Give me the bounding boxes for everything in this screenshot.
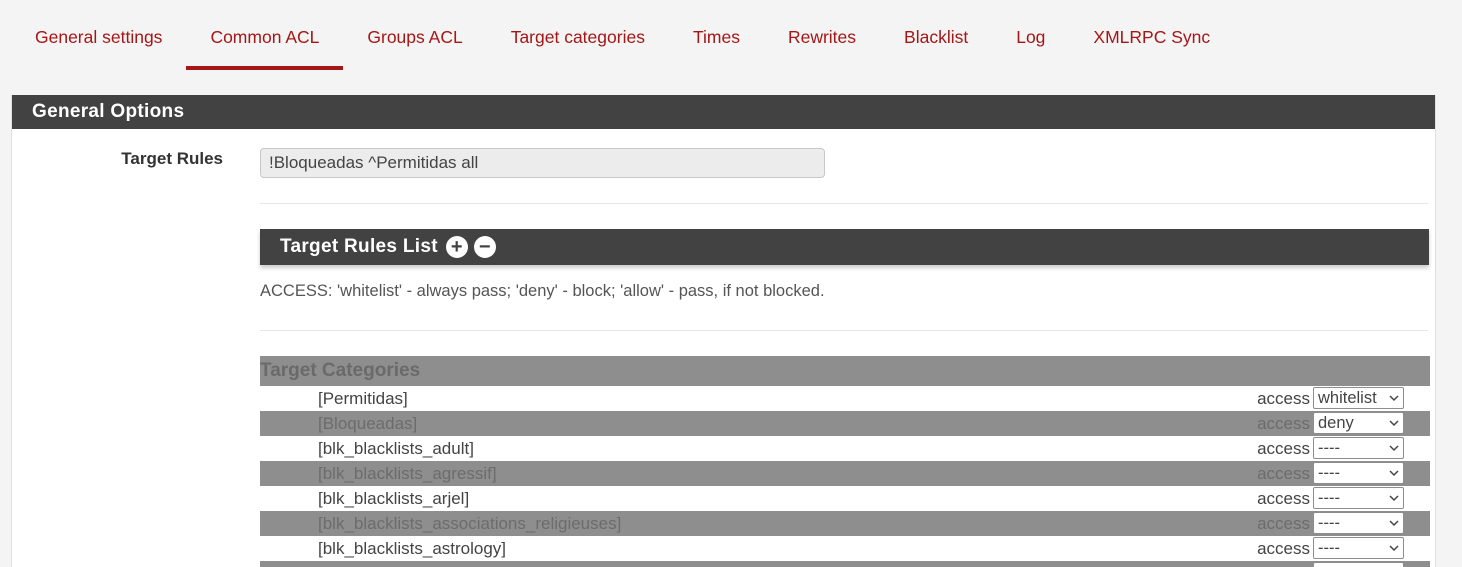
category-name: [blk_blacklists_associations_religieuses… [318, 513, 622, 533]
access-select[interactable]: ---- [1313, 487, 1404, 509]
access-select[interactable]: ---- [1313, 562, 1404, 567]
access-select-value: whitelist [1318, 389, 1377, 407]
category-row: [blk_blacklists_astrology] access ---- [260, 536, 1430, 561]
target-categories-header: Target Categories [260, 356, 1430, 386]
access-select-value: ---- [1318, 514, 1340, 532]
target-categories-table: Target Categories [Permitidas] access wh… [260, 356, 1430, 567]
category-row: [Permitidas] access whitelist [260, 386, 1430, 411]
minus-circle-icon[interactable]: − [473, 236, 496, 258]
tab-times[interactable]: Times [669, 0, 764, 70]
chevron-down-icon [1389, 495, 1399, 502]
tab-target-categories[interactable]: Target categories [487, 0, 669, 70]
tab-xmlrpc-sync[interactable]: XMLRPC Sync [1069, 0, 1234, 70]
access-select-value: ---- [1318, 489, 1340, 507]
panel-title: General Options [12, 95, 1435, 129]
chevron-down-icon [1389, 445, 1399, 452]
general-options-panel: General Options Target Rules Target Rule… [11, 95, 1436, 567]
category-name: [blk_blacklists_adult] [318, 438, 474, 458]
target-rules-list-title: Target Rules List [280, 236, 438, 257]
access-label: access [1257, 413, 1310, 433]
tab-groups-acl[interactable]: Groups ACL [343, 0, 486, 70]
divider [260, 330, 1428, 331]
target-rules-input[interactable] [260, 148, 825, 178]
target-rules-list-heading: Target Rules List + − [260, 229, 1429, 265]
category-name: [blk_blacklists_astrology] [318, 538, 507, 558]
category-row: [blk_blacklists_agressif] access ---- [260, 461, 1430, 486]
access-label: access [1257, 513, 1310, 533]
category-row: [blk_blacklists_adult] access ---- [260, 436, 1430, 461]
category-name: [Bloqueadas] [318, 413, 418, 433]
access-select[interactable]: ---- [1313, 462, 1404, 484]
access-label: access [1257, 438, 1310, 458]
tab-rewrites[interactable]: Rewrites [764, 0, 880, 70]
tab-common-acl[interactable]: Common ACL [186, 0, 344, 70]
access-select[interactable]: ---- [1313, 537, 1404, 559]
chevron-down-icon [1389, 420, 1399, 427]
access-select[interactable]: deny [1313, 412, 1404, 434]
category-name: [Permitidas] [318, 388, 408, 408]
tab-log[interactable]: Log [992, 0, 1069, 70]
tab-blacklist[interactable]: Blacklist [880, 0, 992, 70]
chevron-down-icon [1389, 395, 1399, 402]
category-row: [Bloqueadas] access deny [260, 411, 1430, 436]
plus-circle-icon[interactable]: + [445, 236, 468, 258]
access-label: access [1257, 488, 1310, 508]
access-select[interactable]: whitelist [1313, 387, 1404, 409]
category-name: [blk_blacklists_arjel] [318, 488, 470, 508]
chevron-down-icon [1389, 545, 1399, 552]
chevron-down-icon [1389, 520, 1399, 527]
chevron-down-icon [1389, 470, 1399, 477]
category-name: [blk_blacklists_agressif] [318, 463, 497, 483]
access-help-text: ACCESS: 'whitelist' - always pass; 'deny… [260, 282, 825, 300]
access-select-value: ---- [1318, 439, 1340, 457]
tab-bar: General settings Common ACL Groups ACL T… [11, 0, 1234, 70]
category-row: ---- [260, 561, 1430, 567]
access-select-value: ---- [1318, 539, 1340, 557]
access-label: access [1257, 538, 1310, 558]
access-select[interactable]: ---- [1313, 437, 1404, 459]
target-rules-label: Target Rules [121, 149, 223, 168]
access-select-value: ---- [1318, 464, 1340, 482]
category-row: [blk_blacklists_associations_religieuses… [260, 511, 1430, 536]
access-select-value: ---- [1318, 563, 1340, 567]
access-label: access [1257, 388, 1310, 408]
access-label: access [1257, 463, 1310, 483]
category-row: [blk_blacklists_arjel] access ---- [260, 486, 1430, 511]
divider [260, 203, 1428, 204]
access-select[interactable]: ---- [1313, 512, 1404, 534]
access-select-value: deny [1318, 414, 1354, 432]
tab-general-settings[interactable]: General settings [11, 0, 186, 70]
